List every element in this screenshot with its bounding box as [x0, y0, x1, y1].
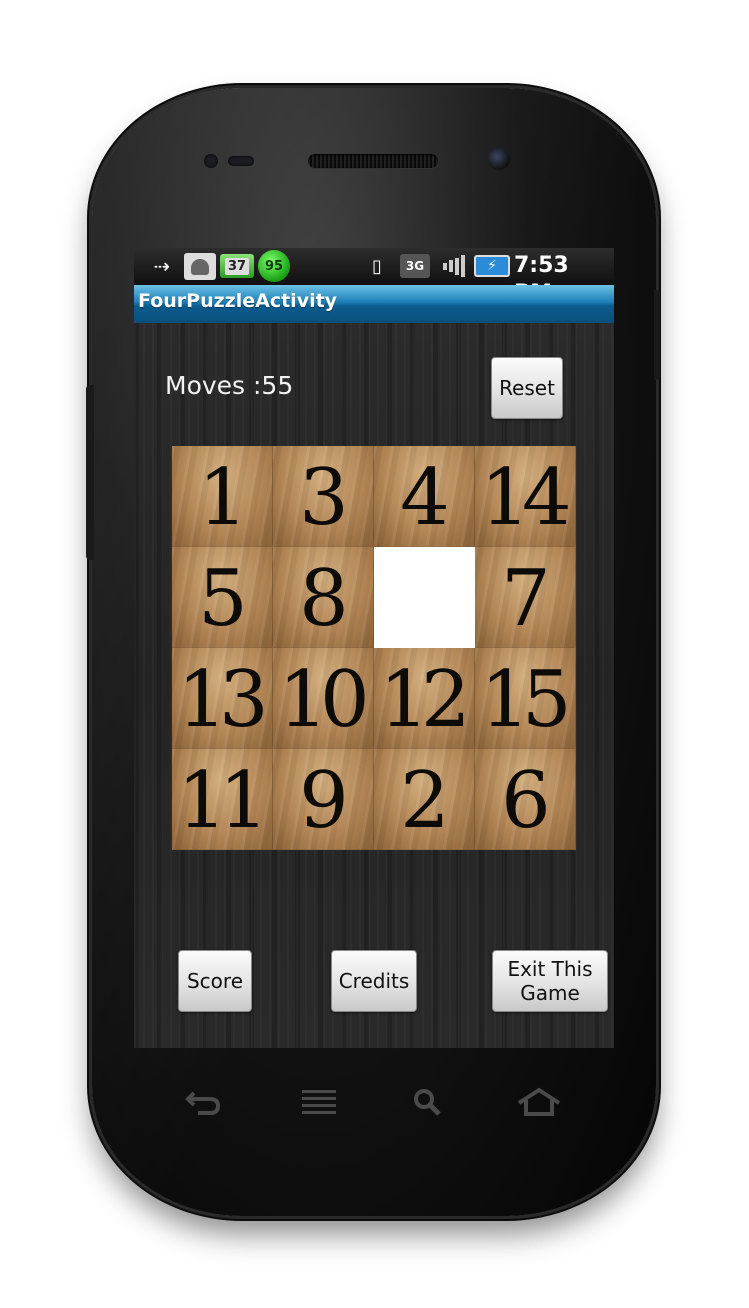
puzzle-tile[interactable]: 11: [172, 749, 273, 850]
signal-icon: [438, 252, 468, 280]
proximity-sensor: [204, 154, 218, 168]
puzzle-tile[interactable]: 15: [475, 648, 576, 749]
credits-button[interactable]: Credits: [331, 950, 417, 1012]
moves-counter: Moves :55: [165, 371, 294, 400]
puzzle-tile[interactable]: 1: [172, 446, 273, 547]
puzzle-tile[interactable]: 6: [475, 749, 576, 850]
status-time: 7:53 PM: [514, 253, 569, 306]
battery-widget-value: 37: [224, 257, 250, 275]
puzzle-tile[interactable]: 4: [374, 446, 475, 547]
empty-slot[interactable]: [374, 547, 475, 648]
android-debug-icon: [184, 253, 216, 280]
battery-charging-icon: ⚡: [474, 255, 510, 277]
earpiece-speaker: [308, 154, 438, 168]
puzzle-tile[interactable]: 5: [172, 547, 273, 648]
app-title: FourPuzzleActivity: [138, 290, 338, 312]
exit-game-button[interactable]: Exit This Game: [492, 950, 608, 1012]
puzzle-tile[interactable]: 3: [273, 446, 374, 547]
game-area: Moves :55 Reset 1 3 4 14 5 8 7 13 10 12 …: [134, 323, 614, 1048]
puzzle-tile[interactable]: 10: [273, 648, 374, 749]
nav-bar: [134, 1068, 614, 1138]
3g-data-icon: 3G: [400, 254, 430, 278]
puzzle-tile[interactable]: 9: [273, 749, 374, 850]
screen: ⇢ 37 95 ▯ 3G ⚡ 7:53 PM FourPuzzleActivit…: [134, 248, 614, 1048]
green-badge-icon: 95: [258, 250, 290, 282]
puzzle-tile[interactable]: 8: [273, 547, 374, 648]
puzzle-board: 1 3 4 14 5 8 7 13 10 12 15 11 9 2 6: [172, 446, 576, 850]
puzzle-tile[interactable]: 13: [172, 648, 273, 749]
puzzle-tile[interactable]: 12: [374, 648, 475, 749]
score-button[interactable]: Score: [178, 950, 252, 1012]
menu-icon[interactable]: [294, 1082, 344, 1122]
puzzle-tile[interactable]: 7: [475, 547, 576, 648]
battery-widget-icon: 37: [220, 254, 254, 278]
net-label: 3G: [405, 259, 425, 273]
usb-icon: ⇢: [153, 254, 171, 278]
puzzle-tile[interactable]: 2: [374, 749, 475, 850]
phone-vibrate-icon: ▯: [372, 255, 382, 277]
puzzle-tile[interactable]: 14: [475, 446, 576, 547]
title-bar: FourPuzzleActivity: [134, 285, 614, 323]
status-bar: ⇢ 37 95 ▯ 3G ⚡ 7:53 PM: [134, 248, 614, 306]
back-icon[interactable]: [178, 1082, 228, 1122]
light-sensor: [228, 156, 254, 166]
reset-button[interactable]: Reset: [491, 357, 563, 419]
volume-button: [86, 385, 94, 560]
search-icon[interactable]: [402, 1082, 452, 1122]
home-icon[interactable]: [514, 1082, 564, 1122]
green-badge-value: 95: [264, 258, 284, 274]
power-button: [654, 290, 660, 380]
front-camera: [488, 148, 510, 170]
